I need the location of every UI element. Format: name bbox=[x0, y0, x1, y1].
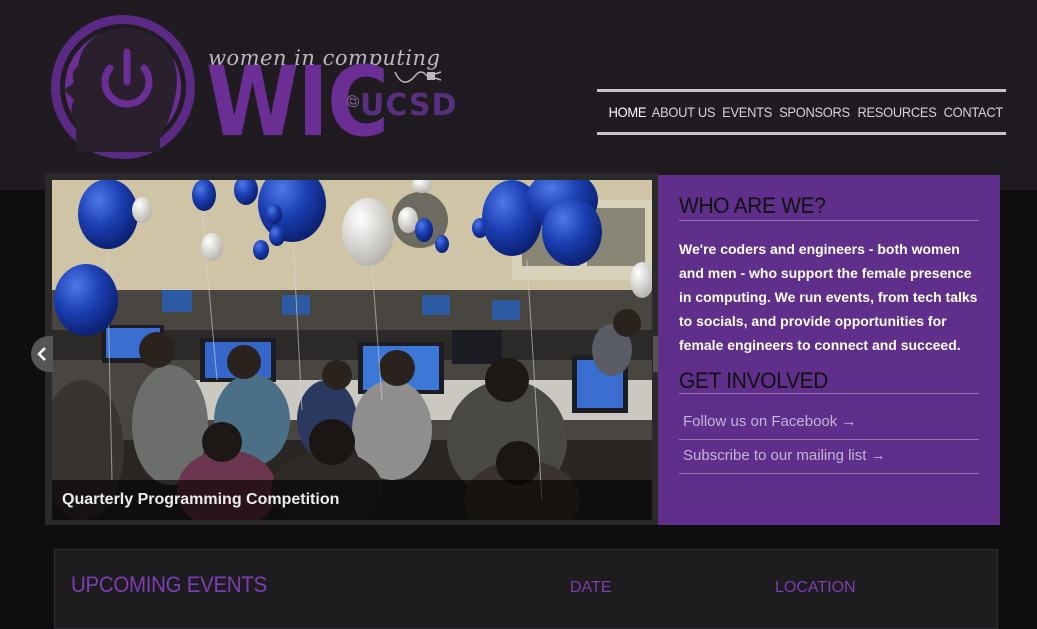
slider-prev-button[interactable] bbox=[31, 336, 53, 372]
chevron-left-icon bbox=[37, 347, 46, 361]
upcoming-events-section: UPCOMING EVENTS DATE LOCATION bbox=[54, 549, 998, 629]
mailing-list-link[interactable]: Subscribe to our mailing list → bbox=[683, 447, 886, 464]
date-column-header: DATE bbox=[570, 579, 612, 596]
competition-photo bbox=[52, 180, 652, 520]
about-panel: WHO ARE WE? We're coders and engineers -… bbox=[658, 175, 1000, 525]
wic-logo[interactable]: women in computing WIC @ UCSD bbox=[48, 12, 456, 167]
about-text: We're coders and engineers - both women … bbox=[679, 241, 978, 353]
logo-ucsd: UCSD bbox=[360, 88, 458, 123]
hero-slider: Quarterly Programming Competition bbox=[45, 173, 658, 525]
nav-about-us[interactable]: ABOUT US bbox=[652, 104, 716, 120]
panel-divider bbox=[679, 473, 979, 474]
nav-home[interactable]: HOME bbox=[609, 104, 647, 120]
nav-sponsors[interactable]: SPONSORS bbox=[779, 104, 850, 120]
upcoming-events-title: UPCOMING EVENTS bbox=[71, 572, 267, 597]
slide-caption: Quarterly Programming Competition bbox=[62, 491, 340, 508]
power-head-logo-icon bbox=[51, 15, 195, 159]
who-are-we-heading: WHO ARE WE? bbox=[679, 193, 826, 218]
nav-resources[interactable]: RESOURCES bbox=[857, 104, 936, 120]
logo-at: @ bbox=[344, 94, 360, 109]
get-involved-heading: GET INVOLVED bbox=[679, 368, 829, 393]
location-column-header: LOCATION bbox=[775, 579, 856, 596]
panel-divider bbox=[679, 439, 979, 440]
nav-contact[interactable]: CONTACT bbox=[944, 104, 1004, 120]
slide-caption-bar: Quarterly Programming Competition bbox=[52, 480, 652, 520]
facebook-link[interactable]: Follow us on Facebook → bbox=[683, 413, 856, 430]
main-nav: HOME ABOUT US EVENTS SPONSORS RESOURCES … bbox=[597, 89, 1006, 135]
panel-divider bbox=[679, 220, 979, 221]
nav-events[interactable]: EVENTS bbox=[722, 104, 772, 120]
panel-divider bbox=[679, 393, 979, 394]
site-header: women in computing WIC @ UCSD HOME ABOUT… bbox=[0, 0, 1037, 190]
slide-image: Quarterly Programming Competition bbox=[52, 180, 652, 520]
